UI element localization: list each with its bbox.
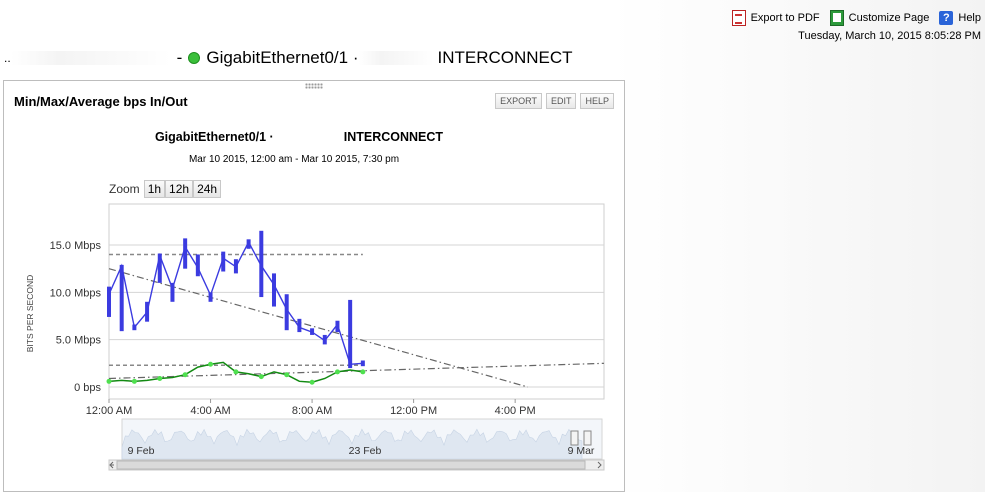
y-tick-label: 10.0 Mbps — [50, 287, 102, 299]
pdf-icon — [731, 10, 746, 26]
customize-page-link[interactable]: Customize Page — [829, 10, 930, 26]
out-marker — [258, 374, 264, 380]
out-marker — [360, 369, 366, 375]
navigator-handle-right — [583, 430, 592, 446]
navigator-handle-left — [570, 430, 579, 446]
interface-suffix: INTERCONNECT — [437, 48, 573, 67]
out-marker — [309, 379, 315, 385]
page-icon — [829, 10, 844, 26]
export-pdf-link[interactable]: Export to PDF — [731, 10, 820, 26]
interface-name[interactable]: GigabitEthernet0/1 · — [206, 48, 358, 68]
out-marker — [131, 378, 137, 384]
x-tick-label: 12:00 PM — [390, 405, 437, 417]
y-tick-label: 15.0 Mbps — [50, 240, 102, 252]
out-marker — [233, 369, 239, 375]
x-tick-label: 4:00 PM — [495, 405, 536, 417]
y-axis-label: BITS PER SECOND — [25, 275, 35, 352]
help-label: Help — [958, 12, 981, 24]
page-title: .. - GigabitEthernet0/1 · INTERCONNECT — [4, 48, 573, 68]
out-marker — [284, 372, 290, 378]
breadcrumb-prefix: .. — [4, 51, 11, 65]
trend-lines — [108, 268, 605, 388]
help-icon: ? — [939, 11, 954, 25]
out-marker — [334, 369, 340, 375]
navigator-date-label: 9 Feb — [128, 445, 155, 457]
navigator-date-label: 9 Mar — [568, 445, 595, 457]
out-marker — [182, 372, 188, 378]
customize-page-label: Customize Page — [848, 12, 930, 24]
minmax-bar-in — [272, 273, 276, 307]
top-bar: Export to PDF Customize Page ? Help Tues… — [0, 0, 985, 44]
bps-chart[interactable]: 0 bps 5.0 Mbps 10.0 Mbps 15.0 Mbps BITS PER … — [4, 81, 624, 491]
redacted-interface-description — [358, 51, 434, 65]
chart-grid — [108, 203, 605, 400]
out-marker — [106, 378, 112, 384]
breadcrumb-separator: - — [176, 48, 183, 67]
x-tick-label: 4:00 AM — [190, 405, 230, 417]
redacted-node-name — [10, 51, 171, 65]
x-tick-label: 8:00 AM — [292, 405, 332, 417]
current-datetime: Tuesday, March 10, 2015 8:05:28 PM — [798, 30, 981, 42]
chart-axes: 0 bps 5.0 Mbps 10.0 Mbps 15.0 Mbps BITS PER … — [25, 240, 536, 417]
plot-border — [108, 203, 605, 400]
export-pdf-label: Export to PDF — [750, 12, 820, 24]
navigator: 9 Feb 23 Feb 9 Mar — [108, 418, 605, 471]
top-links: Export to PDF Customize Page ? Help — [731, 10, 981, 26]
y-tick-label: 0 bps — [74, 382, 101, 394]
out-marker — [208, 361, 214, 367]
x-tick-label: 12:00 AM — [86, 405, 132, 417]
y-tick-label: 5.0 Mbps — [56, 335, 102, 347]
help-link[interactable]: ? Help — [939, 10, 981, 26]
status-up-icon — [188, 52, 201, 64]
out-marker — [157, 375, 163, 381]
scrollbar-thumb — [116, 460, 586, 470]
resource-panel: Min/Max/Average bps In/Out EXPORT EDIT H… — [3, 80, 625, 492]
navigator-date-label: 23 Feb — [349, 445, 382, 457]
